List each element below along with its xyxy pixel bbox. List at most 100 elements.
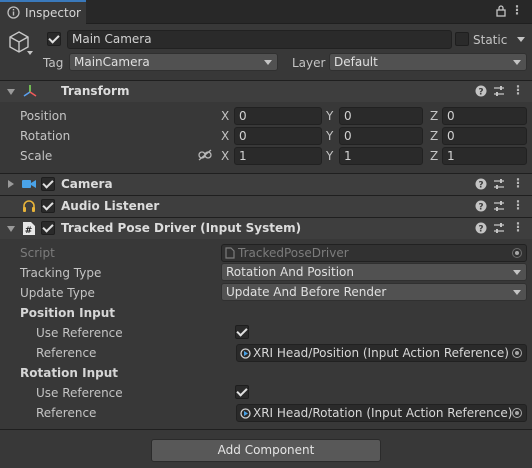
layer-value: Default [334, 55, 378, 69]
help-icon[interactable]: ? [475, 85, 487, 97]
camera-icon [22, 180, 36, 188]
position-use-reference-label: Use Reference [36, 326, 123, 340]
tracking-type-label: Tracking Type [20, 266, 102, 280]
camera-title: Camera [61, 177, 113, 191]
name-field[interactable]: Main Camera [67, 30, 452, 49]
presets-icon[interactable] [493, 222, 505, 234]
tag-label: Tag [43, 56, 64, 70]
tracked-pose-driver-enabled-checkbox[interactable] [41, 221, 55, 235]
script-label: Script [20, 246, 55, 260]
axis-x-label[interactable]: X [221, 128, 229, 144]
row-label: Position [20, 109, 67, 123]
help-icon[interactable]: ? [475, 178, 487, 190]
icon-dropdown-arrow[interactable] [27, 51, 33, 55]
help-icon[interactable]: ? [475, 222, 487, 234]
axis-y-label[interactable]: Y [326, 148, 333, 164]
input-action-icon [240, 348, 251, 359]
object-picker-icon[interactable] [512, 408, 522, 418]
kebab-menu-icon[interactable]: ⋮ [512, 198, 524, 212]
rotation-x-field[interactable]: 0 [234, 127, 322, 145]
audio-listener-enabled-checkbox[interactable] [41, 199, 55, 213]
scale-z-field[interactable]: 1 [442, 147, 527, 165]
axis-x-label[interactable]: X [221, 148, 229, 164]
svg-text:?: ? [478, 225, 483, 235]
info-icon [7, 6, 20, 19]
chevron-down-icon [264, 60, 272, 65]
position-use-reference-checkbox[interactable] [235, 325, 249, 339]
object-picker-icon [512, 248, 522, 258]
foldout-closed-icon[interactable] [8, 180, 14, 188]
position-z-field[interactable]: 0 [442, 107, 527, 125]
name-value: Main Camera [72, 32, 152, 46]
static-dropdown-arrow[interactable] [517, 37, 525, 42]
script-file-icon [225, 247, 235, 259]
rotation-reference-field[interactable]: XRI Head/Rotation (Input Action Referenc… [236, 404, 527, 422]
axis-z-label[interactable]: Z [430, 128, 438, 144]
transform-icon [23, 85, 37, 97]
svg-text:?: ? [478, 88, 483, 98]
position-y-field[interactable]: 0 [339, 107, 423, 125]
scale-x-field[interactable]: 1 [234, 147, 322, 165]
update-type-label: Update Type [20, 286, 95, 300]
transform-title: Transform [61, 84, 130, 98]
rotation-reference-value: XRI Head/Rotation (Input Action Referenc… [253, 406, 513, 420]
script-hash-icon: # [23, 222, 35, 236]
rotation-input-label: Rotation Input [20, 366, 119, 380]
axis-y-label[interactable]: Y [326, 108, 333, 124]
add-component-button[interactable]: Add Component [151, 439, 381, 462]
help-icon[interactable]: ? [475, 200, 487, 212]
divider [0, 429, 532, 430]
scale-y-field[interactable]: 1 [339, 147, 423, 165]
camera-enabled-checkbox[interactable] [41, 177, 55, 191]
input-action-icon [240, 408, 251, 419]
kebab-menu-icon[interactable]: ⋮ [511, 3, 523, 17]
axis-x-label[interactable]: X [221, 108, 229, 124]
value: 1 [344, 149, 352, 163]
layer-label: Layer [292, 56, 326, 70]
rotation-z-field[interactable]: 0 [442, 127, 527, 145]
position-reference-label: Reference [36, 346, 97, 360]
svg-text:#: # [25, 226, 33, 236]
lock-icon[interactable] [496, 5, 506, 17]
rotation-reference-label: Reference [36, 406, 97, 420]
presets-icon[interactable] [493, 178, 505, 190]
static-checkbox[interactable] [455, 32, 469, 46]
tracking-type-dropdown[interactable]: Rotation And Position [221, 263, 527, 281]
layer-dropdown[interactable]: Default [329, 53, 527, 71]
foldout-open-icon[interactable] [7, 89, 15, 95]
constrain-proportions-icon[interactable] [198, 149, 212, 161]
position-input-label: Position Input [20, 306, 115, 320]
update-type-dropdown[interactable]: Update And Before Render [221, 283, 527, 301]
headphones-icon [23, 200, 35, 212]
script-value: TrackedPoseDriver [238, 246, 349, 260]
value: 0 [344, 109, 352, 123]
axis-z-label[interactable]: Z [430, 108, 438, 124]
row-label: Rotation [20, 129, 71, 143]
value: 0 [447, 129, 455, 143]
kebab-menu-icon[interactable]: ⋮ [512, 176, 524, 190]
rotation-y-field[interactable]: 0 [339, 127, 423, 145]
value: 0 [447, 109, 455, 123]
presets-icon[interactable] [493, 200, 505, 212]
axis-y-label[interactable]: Y [326, 128, 333, 144]
value: 1 [239, 149, 247, 163]
value: 0 [239, 109, 247, 123]
chevron-down-icon [513, 60, 521, 65]
presets-icon[interactable] [493, 85, 505, 97]
audio-listener-title: Audio Listener [61, 199, 160, 213]
rotation-use-reference-label: Use Reference [36, 386, 123, 400]
chevron-down-icon [513, 290, 521, 295]
script-field: TrackedPoseDriver [221, 244, 527, 262]
object-picker-icon[interactable] [512, 348, 522, 358]
row-label: Scale [20, 149, 53, 163]
position-reference-field[interactable]: XRI Head/Position (Input Action Referenc… [236, 344, 527, 362]
rotation-use-reference-checkbox[interactable] [235, 385, 249, 399]
kebab-menu-icon[interactable]: ⋮ [512, 83, 524, 97]
foldout-open-icon[interactable] [7, 226, 15, 232]
active-toggle[interactable] [47, 32, 61, 46]
tag-dropdown[interactable]: MainCamera [69, 53, 278, 71]
kebab-menu-icon[interactable]: ⋮ [512, 220, 524, 234]
axis-z-label[interactable]: Z [430, 148, 438, 164]
position-x-field[interactable]: 0 [234, 107, 322, 125]
value: 0 [344, 129, 352, 143]
